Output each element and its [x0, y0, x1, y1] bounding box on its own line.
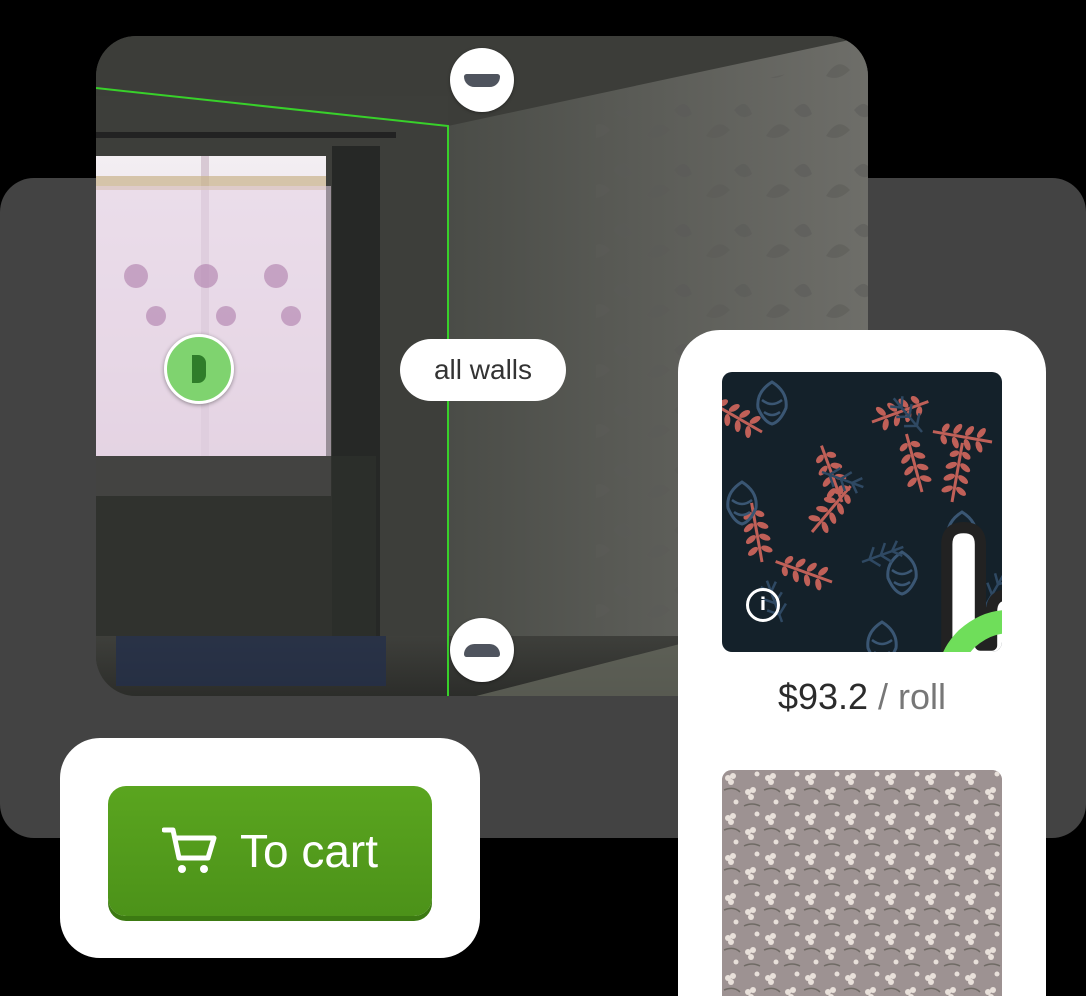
cart-icon [161, 827, 217, 873]
wallpaper-swatch-hops[interactable]: i [722, 372, 1002, 652]
floral-pattern-image [722, 770, 1002, 996]
wall-marker-pin[interactable] [164, 334, 234, 404]
price-unit: / roll [868, 676, 947, 717]
info-icon[interactable]: i [746, 588, 780, 622]
wall-bottom-handle[interactable] [450, 618, 514, 682]
price-label: $93.2 / roll [678, 676, 1046, 718]
door-icon [192, 355, 206, 383]
to-cart-button[interactable]: To cart [108, 786, 432, 916]
wall-selector-label[interactable]: all walls [400, 339, 566, 401]
cart-card: To cart [60, 738, 480, 958]
price-amount: $93.2 [777, 676, 869, 717]
to-cart-label: To cart [239, 825, 379, 877]
wall-top-handle[interactable] [450, 48, 514, 112]
wallpaper-swatch-floral[interactable] [722, 770, 1002, 996]
app-canvas: all walls To cart i $93.2 / roll [0, 0, 1086, 996]
heart-icon[interactable] [932, 586, 1002, 652]
product-card: i $93.2 / roll [678, 330, 1046, 996]
